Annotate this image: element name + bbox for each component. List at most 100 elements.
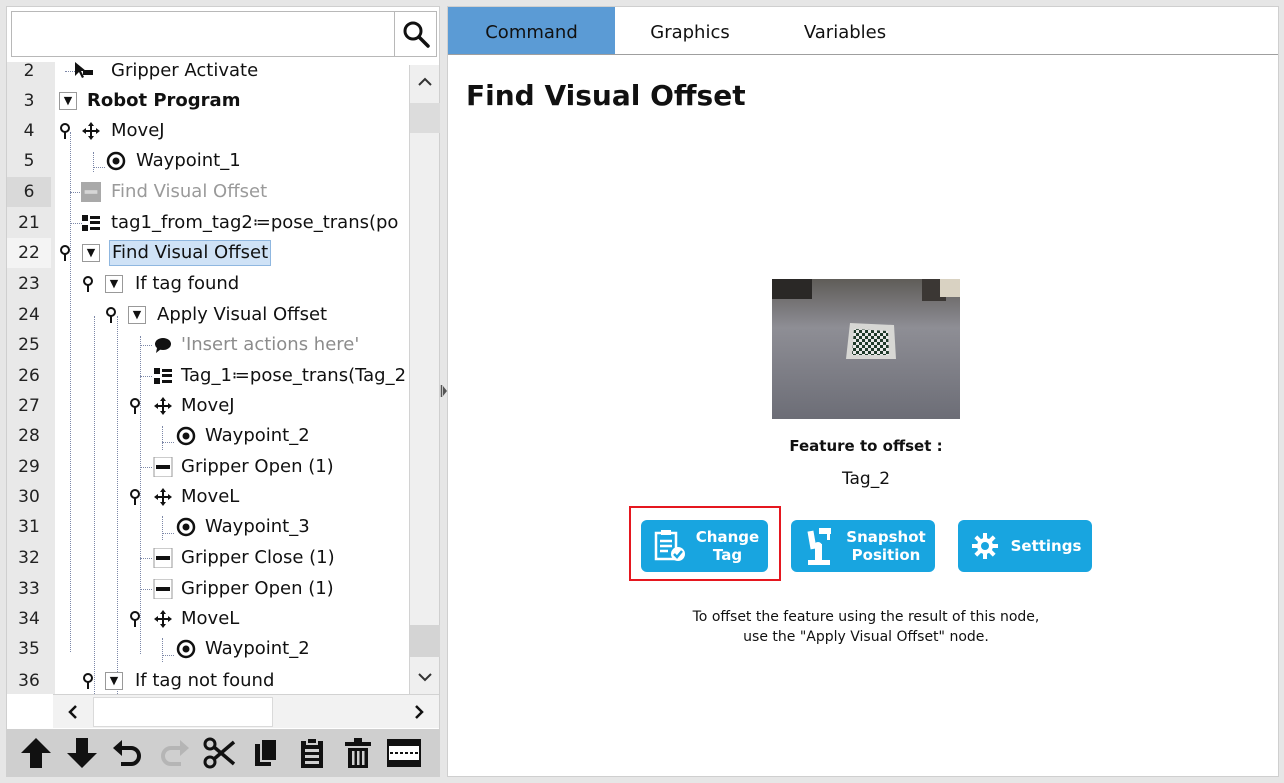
- scrollbar-thumb[interactable]: [410, 625, 440, 657]
- tree-row[interactable]: 25 'Insert actions here': [7, 330, 409, 360]
- breakpoint-pin-icon[interactable]: [82, 672, 94, 690]
- undo-button[interactable]: [105, 731, 151, 775]
- feature-to-offset-value: Tag_2: [841, 469, 891, 489]
- cut-button[interactable]: [197, 731, 243, 775]
- scissors-icon: [203, 737, 236, 769]
- breakpoint-pin-icon[interactable]: [105, 306, 117, 324]
- tree-row[interactable]: 23 ▼ If tag found: [7, 269, 409, 299]
- line-number: 28: [18, 426, 40, 446]
- redo-button[interactable]: [151, 731, 197, 775]
- tab-command[interactable]: Command: [448, 7, 615, 54]
- search-bar: [11, 11, 437, 57]
- tree-row-label: MoveJ: [111, 120, 165, 141]
- collapse-triangle-icon[interactable]: ▼: [105, 275, 123, 293]
- breakpoint-pin-icon[interactable]: [82, 275, 94, 293]
- tree-connector: [140, 345, 152, 346]
- tree-row[interactable]: 6 Find Visual Offset: [7, 177, 409, 207]
- collapse-triangle-icon[interactable]: ▼: [105, 672, 123, 690]
- breakpoint-pin-icon[interactable]: [59, 122, 71, 140]
- tree-row-label: Waypoint_2: [205, 638, 310, 659]
- collapse-triangle-icon[interactable]: ▼: [59, 92, 77, 110]
- copy-button[interactable]: [243, 731, 289, 775]
- vertical-scrollbar[interactable]: [409, 65, 440, 694]
- line-number: 27: [18, 396, 40, 416]
- delete-button[interactable]: [335, 731, 381, 775]
- tree-row[interactable]: 24 ▼ Apply Visual Offset: [7, 300, 409, 330]
- cursor-arrow-icon: [73, 62, 93, 81]
- horizontal-scrollbar[interactable]: [53, 694, 439, 728]
- snapshot-position-label: Snapshot Position: [846, 528, 926, 564]
- arrow-down-icon: [67, 738, 97, 768]
- tree-row[interactable]: 32 Gripper Close (1): [7, 543, 409, 573]
- copy-icon: [255, 738, 278, 766]
- assignment-icon: [81, 213, 101, 233]
- tree-row[interactable]: 27 MoveJ: [7, 391, 409, 421]
- gripper-icon: [153, 457, 173, 477]
- move-icon: [81, 121, 101, 141]
- scroll-up-button[interactable]: [410, 67, 440, 97]
- tree-row[interactable]: 21 tag1_from_tag2≔pose_trans(po: [7, 208, 409, 238]
- tree-row[interactable]: 26 Tag_1≔pose_trans(Tag_2: [7, 361, 409, 391]
- tab-variables[interactable]: Variables: [765, 7, 925, 54]
- breakpoint-pin-icon[interactable]: [129, 397, 141, 415]
- settings-button[interactable]: Settings: [958, 520, 1092, 572]
- breakpoint-pin-icon[interactable]: [59, 244, 71, 262]
- tab-graphics[interactable]: Graphics: [615, 7, 765, 54]
- tree-row[interactable]: 35 Waypoint_2: [7, 634, 409, 664]
- line-number: 6: [7, 177, 51, 207]
- tree-row[interactable]: 31 Waypoint_3: [7, 512, 409, 542]
- tree-row-label: Gripper Close (1): [181, 547, 335, 568]
- paste-button[interactable]: [289, 731, 335, 775]
- move-down-button[interactable]: [59, 731, 105, 775]
- tree-row[interactable]: 3 ▼ Robot Program: [7, 86, 409, 116]
- undo-icon: [113, 740, 141, 766]
- collapse-triangle-icon[interactable]: ▼: [128, 306, 146, 324]
- breakpoint-pin-icon[interactable]: [129, 610, 141, 628]
- tree-row-label: Waypoint_3: [205, 516, 310, 537]
- tree-row-label: MoveL: [181, 608, 240, 629]
- scrollbar-thumb[interactable]: [93, 697, 273, 727]
- scroll-right-button[interactable]: [401, 695, 437, 729]
- chevron-up-icon: [418, 77, 432, 86]
- tree-row[interactable]: 5 Waypoint_1: [7, 146, 409, 176]
- tree-row-label: Tag_1≔pose_trans(Tag_2: [181, 365, 407, 386]
- tree-row-label: Apply Visual Offset: [157, 304, 328, 325]
- tree-row[interactable]: 33 Gripper Open (1): [7, 574, 409, 604]
- breakpoint-pin-icon[interactable]: [129, 488, 141, 506]
- line-number: 31: [18, 517, 40, 537]
- suppress-button[interactable]: [381, 731, 427, 775]
- search-button[interactable]: [394, 12, 436, 56]
- tree-row[interactable]: 29 Gripper Open (1): [7, 452, 409, 482]
- tree-connector: [140, 589, 152, 590]
- chevron-right-icon: [415, 705, 424, 719]
- paste-icon: [301, 737, 323, 768]
- tree-connector: [162, 533, 174, 534]
- redo-icon: [161, 740, 189, 766]
- tree-row[interactable]: 4 MoveJ: [7, 116, 409, 146]
- assignment-icon: [153, 366, 173, 386]
- line-number: 21: [18, 213, 40, 233]
- line-number: 33: [18, 579, 40, 599]
- clipboard-check-icon: [653, 529, 687, 563]
- line-number: 23: [18, 274, 40, 294]
- tree-row-selected[interactable]: 22 ▼ Find Visual Offset: [7, 238, 409, 268]
- scroll-down-button[interactable]: [410, 662, 440, 692]
- tree-row[interactable]: 36 ▼ If tag not found: [7, 666, 409, 694]
- tree-content: 2 Gripper Activate 3 ▼ Robot Program 4 M…: [7, 62, 409, 694]
- tree-row[interactable]: 2 Gripper Activate: [7, 62, 409, 86]
- line-number: 25: [18, 335, 40, 355]
- move-up-button[interactable]: [13, 731, 59, 775]
- tree-row-label: If tag found: [135, 273, 240, 294]
- tree-row[interactable]: 34 MoveL: [7, 604, 409, 634]
- scroll-left-button[interactable]: [55, 695, 91, 729]
- line-number: 4: [23, 121, 35, 141]
- tab-bar: Command Graphics Variables: [448, 7, 1278, 55]
- search-input[interactable]: [12, 12, 396, 56]
- collapse-triangle-icon[interactable]: ▼: [82, 244, 100, 262]
- tree-row[interactable]: 28 Waypoint_2: [7, 421, 409, 451]
- line-number: 32: [18, 548, 40, 568]
- change-tag-button[interactable]: Change Tag: [641, 520, 768, 572]
- snapshot-position-button[interactable]: Snapshot Position: [791, 520, 935, 572]
- waypoint-icon: [176, 517, 196, 537]
- tree-row[interactable]: 30 MoveL: [7, 482, 409, 512]
